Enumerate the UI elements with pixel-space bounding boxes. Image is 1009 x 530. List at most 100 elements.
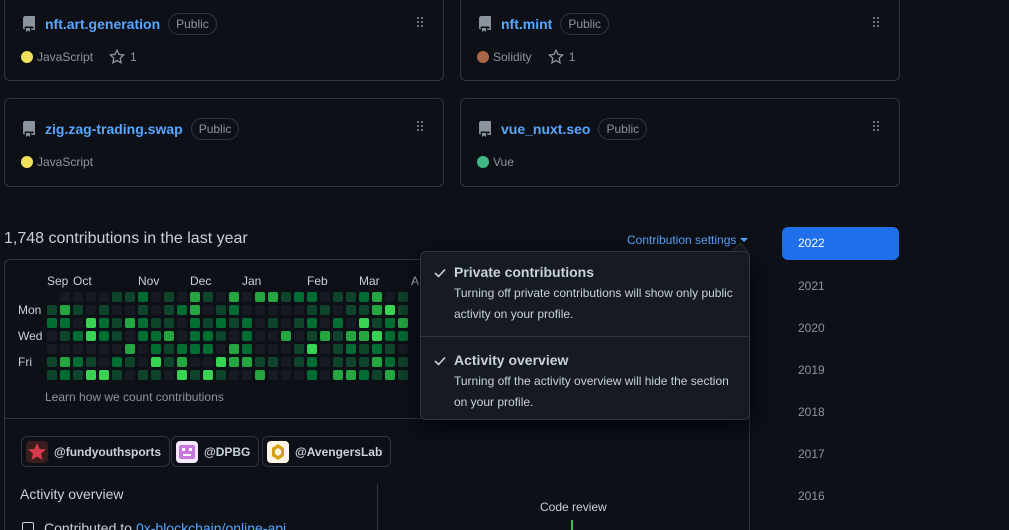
- contribution-cell[interactable]: [307, 344, 317, 354]
- contribution-cell[interactable]: [177, 318, 187, 328]
- dropdown-item-activity-overview[interactable]: Activity overview Turning off the activi…: [421, 352, 749, 413]
- contribution-cell[interactable]: [385, 370, 395, 380]
- contribution-cell[interactable]: [242, 331, 252, 341]
- contribution-cell[interactable]: [242, 370, 252, 380]
- contribution-cell[interactable]: [47, 305, 57, 315]
- contribution-cell[interactable]: [73, 305, 83, 315]
- contribution-cell[interactable]: [216, 357, 226, 367]
- contribution-cell[interactable]: [294, 331, 304, 341]
- contribution-cell[interactable]: [385, 318, 395, 328]
- contribution-cell[interactable]: [333, 331, 343, 341]
- contribution-cell[interactable]: [125, 370, 135, 380]
- contribution-cell[interactable]: [242, 318, 252, 328]
- contribution-cell[interactable]: [294, 357, 304, 367]
- contribution-cell[interactable]: [151, 305, 161, 315]
- contribution-cell[interactable]: [177, 344, 187, 354]
- contribution-cell[interactable]: [307, 318, 317, 328]
- contribution-cell[interactable]: [151, 318, 161, 328]
- year-button-2016[interactable]: 2016: [782, 480, 899, 513]
- contribution-cell[interactable]: [47, 331, 57, 341]
- contribution-cell[interactable]: [398, 331, 408, 341]
- contribution-cell[interactable]: [112, 292, 122, 302]
- contribution-cell[interactable]: [307, 370, 317, 380]
- contribution-cell[interactable]: [86, 318, 96, 328]
- contribution-cell[interactable]: [99, 305, 109, 315]
- contribution-cell[interactable]: [268, 318, 278, 328]
- dropdown-item-private-contributions[interactable]: Private contributions Turning off privat…: [421, 264, 749, 325]
- contribution-cell[interactable]: [385, 357, 395, 367]
- contribution-cell[interactable]: [112, 344, 122, 354]
- contribution-cell[interactable]: [385, 344, 395, 354]
- contribution-cell[interactable]: [294, 305, 304, 315]
- drag-handle-icon[interactable]: [873, 121, 879, 135]
- contribution-cell[interactable]: [47, 318, 57, 328]
- contribution-cell[interactable]: [138, 331, 148, 341]
- repo-name-link[interactable]: vue_nuxt.seo: [501, 121, 590, 137]
- contribution-cell[interactable]: [203, 344, 213, 354]
- contribution-cell[interactable]: [73, 292, 83, 302]
- contribution-cell[interactable]: [268, 305, 278, 315]
- contributed-repo-link[interactable]: 0x-blockchain/online-api: [136, 520, 286, 530]
- contribution-cell[interactable]: [294, 318, 304, 328]
- contribution-cell[interactable]: [216, 318, 226, 328]
- contribution-cell[interactable]: [203, 357, 213, 367]
- contribution-cell[interactable]: [359, 344, 369, 354]
- contribution-cell[interactable]: [203, 305, 213, 315]
- contribution-cell[interactable]: [398, 318, 408, 328]
- star-count-link[interactable]: 1: [547, 49, 575, 65]
- contribution-cell[interactable]: [138, 305, 148, 315]
- year-button-2022[interactable]: 2022: [782, 227, 899, 260]
- contribution-cell[interactable]: [372, 370, 382, 380]
- contribution-cell[interactable]: [216, 305, 226, 315]
- contribution-settings-button[interactable]: Contribution settings: [627, 233, 749, 247]
- contribution-cell[interactable]: [86, 357, 96, 367]
- learn-how-we-count-link[interactable]: Learn how we count contributions: [45, 390, 224, 404]
- contribution-cell[interactable]: [125, 331, 135, 341]
- contribution-cell[interactable]: [398, 357, 408, 367]
- contribution-cell[interactable]: [398, 305, 408, 315]
- star-count-link[interactable]: 1: [109, 49, 137, 65]
- contribution-cell[interactable]: [99, 292, 109, 302]
- year-button-2018[interactable]: 2018: [782, 396, 899, 429]
- repo-name-link[interactable]: zig.zag-trading.swap: [45, 121, 183, 137]
- contribution-cell[interactable]: [138, 292, 148, 302]
- contribution-cell[interactable]: [164, 318, 174, 328]
- contribution-cell[interactable]: [333, 370, 343, 380]
- contribution-cell[interactable]: [346, 331, 356, 341]
- contribution-cell[interactable]: [216, 331, 226, 341]
- contribution-cell[interactable]: [164, 344, 174, 354]
- contribution-cell[interactable]: [177, 357, 187, 367]
- contribution-cell[interactable]: [294, 370, 304, 380]
- contribution-cell[interactable]: [60, 357, 70, 367]
- contribution-cell[interactable]: [86, 370, 96, 380]
- contribution-cell[interactable]: [164, 292, 174, 302]
- contribution-cell[interactable]: [359, 305, 369, 315]
- contribution-cell[interactable]: [177, 370, 187, 380]
- contribution-cell[interactable]: [281, 292, 291, 302]
- contribution-cell[interactable]: [73, 370, 83, 380]
- contribution-cell[interactable]: [320, 292, 330, 302]
- contribution-cell[interactable]: [229, 318, 239, 328]
- drag-handle-icon[interactable]: [417, 121, 423, 135]
- contribution-cell[interactable]: [73, 318, 83, 328]
- contribution-cell[interactable]: [281, 370, 291, 380]
- contribution-cell[interactable]: [320, 305, 330, 315]
- contribution-cell[interactable]: [268, 357, 278, 367]
- contribution-cell[interactable]: [99, 357, 109, 367]
- contribution-cell[interactable]: [281, 357, 291, 367]
- contribution-cell[interactable]: [294, 292, 304, 302]
- contribution-cell[interactable]: [99, 370, 109, 380]
- contribution-cell[interactable]: [60, 318, 70, 328]
- contribution-cell[interactable]: [372, 357, 382, 367]
- contribution-cell[interactable]: [138, 318, 148, 328]
- contribution-cell[interactable]: [333, 292, 343, 302]
- contribution-cell[interactable]: [47, 357, 57, 367]
- contribution-cell[interactable]: [190, 357, 200, 367]
- contribution-cell[interactable]: [385, 331, 395, 341]
- contribution-cell[interactable]: [190, 331, 200, 341]
- contribution-cell[interactable]: [333, 305, 343, 315]
- contribution-cell[interactable]: [333, 318, 343, 328]
- contribution-cell[interactable]: [359, 370, 369, 380]
- contribution-cell[interactable]: [229, 357, 239, 367]
- contribution-cell[interactable]: [60, 292, 70, 302]
